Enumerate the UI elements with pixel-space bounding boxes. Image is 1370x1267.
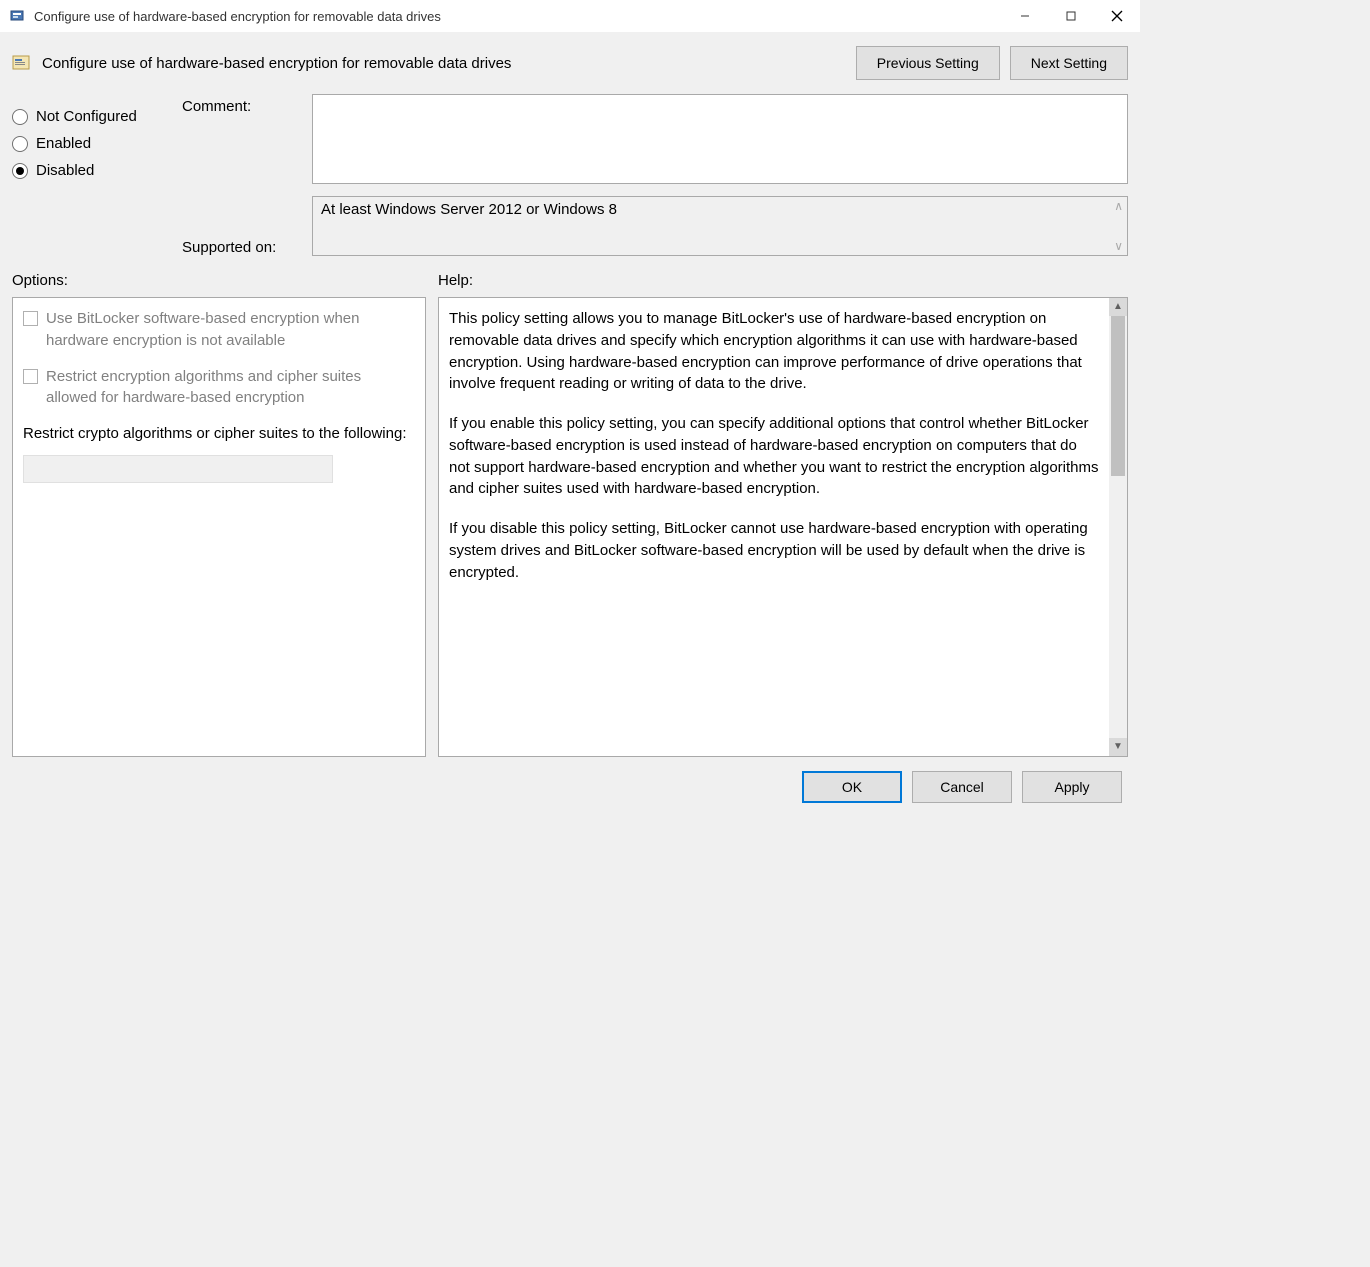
scroll-down-icon[interactable]: ∨	[1114, 239, 1123, 253]
checkbox-icon	[23, 311, 38, 326]
close-button[interactable]	[1094, 0, 1140, 32]
scroll-down-icon[interactable]: ▼	[1109, 738, 1127, 756]
nav-buttons: Previous Setting Next Setting	[856, 46, 1128, 80]
radio-label: Not Configured	[36, 108, 137, 125]
help-panel: This policy setting allows you to manage…	[438, 297, 1128, 757]
supported-on-field: At least Windows Server 2012 or Windows …	[312, 196, 1128, 256]
header-row: Configure use of hardware-based encrypti…	[0, 32, 1140, 86]
ok-button[interactable]: OK	[802, 771, 902, 803]
radio-disabled[interactable]: Disabled	[12, 162, 172, 179]
check-software-fallback[interactable]: Use BitLocker software-based encryption …	[23, 308, 415, 352]
supported-on-label: Supported on:	[182, 227, 302, 256]
panels-header: Options: Help:	[0, 264, 1140, 297]
comment-label: Comment:	[182, 94, 302, 115]
radio-icon	[12, 136, 28, 152]
check-restrict-algorithms[interactable]: Restrict encryption algorithms and ciphe…	[23, 366, 415, 410]
window-controls	[1002, 0, 1140, 32]
radio-enabled[interactable]: Enabled	[12, 135, 172, 152]
field-labels: Comment: Supported on:	[182, 94, 302, 256]
scrollbar-track[interactable]	[1109, 316, 1127, 738]
help-scrollbar[interactable]: ▲ ▼	[1109, 298, 1127, 756]
radio-label: Enabled	[36, 135, 91, 152]
next-setting-button[interactable]: Next Setting	[1010, 46, 1128, 80]
scrollbar-thumb[interactable]	[1111, 316, 1125, 476]
minimize-button[interactable]	[1002, 0, 1048, 32]
options-label: Options:	[12, 272, 438, 289]
help-text: This policy setting allows you to manage…	[449, 308, 1117, 583]
policy-title: Configure use of hardware-based encrypti…	[42, 55, 844, 72]
options-panel: Use BitLocker software-based encryption …	[12, 297, 426, 757]
radio-icon	[12, 163, 28, 179]
state-radios: Not Configured Enabled Disabled	[12, 94, 172, 256]
restrict-input[interactable]	[23, 455, 333, 483]
dialog-icon	[10, 8, 26, 24]
help-paragraph: This policy setting allows you to manage…	[449, 308, 1101, 395]
supported-on-value: At least Windows Server 2012 or Windows …	[321, 201, 617, 218]
apply-button[interactable]: Apply	[1022, 771, 1122, 803]
maximize-button[interactable]	[1048, 0, 1094, 32]
radio-label: Disabled	[36, 162, 94, 179]
window-title: Configure use of hardware-based encrypti…	[34, 9, 1002, 24]
field-inputs: At least Windows Server 2012 or Windows …	[312, 94, 1128, 256]
checkbox-icon	[23, 369, 38, 384]
restrict-label: Restrict crypto algorithms or cipher sui…	[23, 423, 415, 445]
config-section: Not Configured Enabled Disabled Comment:…	[0, 86, 1140, 264]
radio-icon	[12, 109, 28, 125]
cancel-button[interactable]: Cancel	[912, 771, 1012, 803]
policy-dialog: Configure use of hardware-based encrypti…	[0, 0, 1140, 1055]
comment-input[interactable]	[312, 94, 1128, 184]
check-label: Restrict encryption algorithms and ciphe…	[46, 366, 415, 410]
footer: OK Cancel Apply	[0, 757, 1140, 817]
titlebar: Configure use of hardware-based encrypti…	[0, 0, 1140, 32]
policy-icon	[12, 54, 30, 72]
previous-setting-button[interactable]: Previous Setting	[856, 46, 1000, 80]
scroll-up-icon[interactable]: ▲	[1109, 298, 1127, 316]
help-label: Help:	[438, 272, 1128, 289]
scroll-up-icon[interactable]: ∧	[1114, 199, 1123, 213]
radio-not-configured[interactable]: Not Configured	[12, 108, 172, 125]
help-paragraph: If you enable this policy setting, you c…	[449, 413, 1101, 500]
panels: Use BitLocker software-based encryption …	[0, 297, 1140, 757]
check-label: Use BitLocker software-based encryption …	[46, 308, 415, 352]
help-paragraph: If you disable this policy setting, BitL…	[449, 518, 1101, 583]
